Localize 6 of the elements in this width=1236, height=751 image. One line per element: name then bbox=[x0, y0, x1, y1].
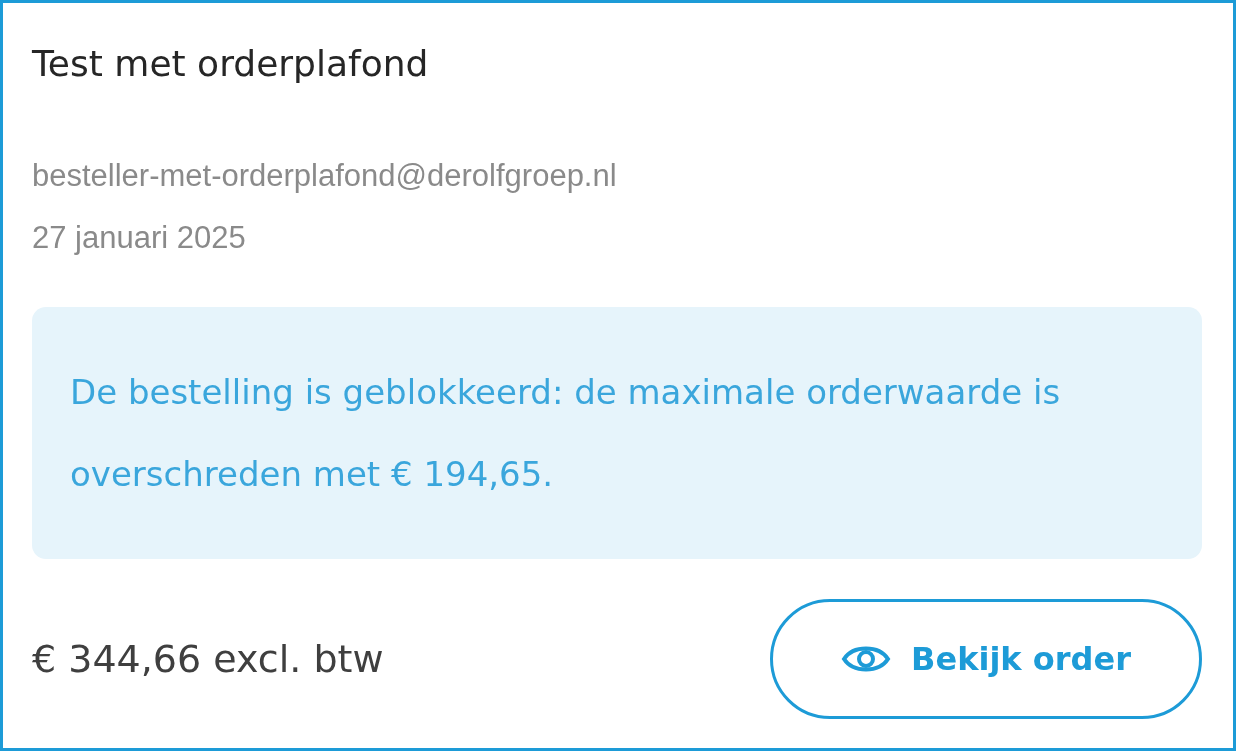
notice-text: De bestelling is geblokkeerd: de maximale orderwaarde is overschreden met € 194,65. bbox=[70, 371, 1062, 496]
date-text: 27 januari 2025 bbox=[32, 219, 247, 257]
card-title: Test met orderplafond bbox=[32, 42, 430, 86]
view-order-button[interactable]: Bekijk order bbox=[770, 599, 1202, 719]
email-text: besteller-met-orderplafond@derolfgroep.nl bbox=[32, 157, 618, 195]
price-text: € 344,66 excl. btw bbox=[32, 637, 384, 681]
